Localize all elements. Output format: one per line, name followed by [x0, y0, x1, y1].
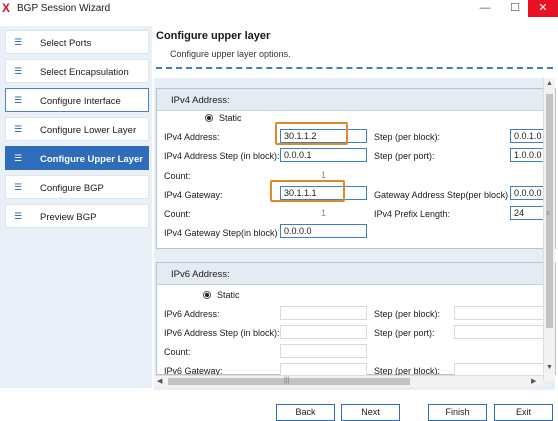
ipv4-step-per-port-label: Step (per port): [374, 151, 435, 161]
sidebar-item-select-encapsulation[interactable]: ☰ Select Encapsulation [5, 59, 149, 83]
ipv4-count-2-value: 1 [280, 206, 367, 220]
horizontal-scroll-thumb[interactable]: ||| [168, 377, 410, 385]
sidebar-item-configure-interface[interactable]: ☰ Configure Interface [5, 88, 149, 112]
minimize-button[interactable]: — [470, 0, 500, 17]
list-icon: ☰ [14, 37, 23, 47]
sidebar-item-label: Configure Upper Layer [40, 154, 143, 165]
back-button[interactable]: Back [276, 404, 335, 421]
scroll-right-icon[interactable]: ▶ [531, 377, 536, 385]
ipv4-address-step-input[interactable]: 0.0.0.1 [280, 148, 367, 162]
close-button[interactable]: ✕ [528, 0, 558, 17]
ipv6-address-input[interactable] [280, 306, 367, 320]
ipv6-step-per-port-label: Step (per port): [374, 328, 435, 338]
sidebar-item-configure-bgp[interactable]: ☰ Configure BGP [5, 175, 149, 199]
list-icon: ☰ [14, 153, 23, 163]
window-title: BGP Session Wizard [17, 3, 111, 14]
sidebar-item-configure-lower-layer[interactable]: ☰ Configure Lower Layer [5, 117, 149, 141]
ipv4-count-2-label: Count: [164, 209, 191, 219]
ipv4-prefix-length-label: IPv4 Prefix Length: [374, 209, 451, 219]
app-logo-icon: X [2, 1, 11, 15]
list-icon: ☰ [14, 211, 23, 221]
list-icon: ☰ [14, 95, 23, 105]
scroll-down-icon[interactable]: ▼ [546, 364, 553, 371]
ipv4-count-label: Count: [164, 171, 191, 181]
scroll-left-icon[interactable]: ◀ [157, 377, 162, 385]
ipv4-address-panel: IPv4 Address: Static IPv4 Address: 30.1.… [156, 88, 556, 249]
sidebar-item-select-ports[interactable]: ☰ Select Ports [5, 30, 149, 54]
scroll-up-icon[interactable]: ▲ [546, 80, 553, 87]
ipv4-static-label: Static [219, 113, 242, 123]
ipv4-gateway-label: IPv4 Gateway: [164, 190, 223, 200]
page-subtitle: Configure upper layer options. [170, 49, 291, 59]
ipv4-gateway-step-input[interactable]: 0.0.0.0 [280, 224, 367, 238]
grip-icon: ≡ [546, 211, 550, 217]
ipv4-address-label: IPv4 Address: [164, 132, 220, 142]
ipv6-panel-title: IPv6 Address: [171, 269, 230, 280]
page-title: Configure upper layer [156, 30, 271, 42]
gateway-step-per-block-label: Gateway Address Step(per block) [374, 190, 509, 200]
next-button[interactable]: Next [341, 404, 400, 421]
ipv4-step-per-block-label: Step (per block): [374, 132, 441, 142]
ipv4-static-radio[interactable] [205, 114, 213, 122]
sidebar-item-label: Configure Interface [40, 96, 121, 107]
maximize-button[interactable]: ☐ [500, 0, 530, 17]
list-icon: ☰ [14, 182, 23, 192]
exit-button[interactable]: Exit [494, 404, 553, 421]
vertical-scroll-thumb[interactable]: ≡ [546, 94, 553, 328]
ipv6-address-panel: IPv6 Address: Static IPv6 Address: Step … [156, 262, 556, 377]
ipv6-step-per-block-label: Step (per block): [374, 309, 441, 319]
ipv6-count-label: Count: [164, 347, 191, 357]
ipv6-step-per-block-input[interactable] [454, 306, 547, 320]
ipv6-address-step-input[interactable] [280, 325, 367, 339]
ipv6-count-value [280, 344, 367, 358]
ipv6-static-label: Static [217, 290, 240, 300]
sidebar-item-configure-upper-layer[interactable]: ☰ Configure Upper Layer [5, 146, 149, 170]
list-icon: ☰ [14, 66, 23, 76]
header-divider [156, 67, 553, 69]
list-icon: ☰ [14, 124, 23, 134]
sidebar-item-label: Configure BGP [40, 183, 104, 194]
sidebar-item-label: Select Ports [40, 38, 92, 49]
ipv6-address-label: IPv6 Address: [164, 309, 220, 319]
ipv4-address-step-label: IPv4 Address Step (in block): [164, 151, 280, 161]
wizard-steps-sidebar: ☰ Select Ports ☰ Select Encapsulation ☰ … [0, 26, 152, 388]
ipv4-panel-title: IPv4 Address: [171, 95, 230, 106]
title-bar: X BGP Session Wizard — ☐ ✕ [0, 0, 558, 17]
ipv6-address-step-label: IPv6 Address Step (in block): [164, 328, 280, 338]
sidebar-item-label: Preview BGP [40, 212, 97, 223]
ipv6-static-radio[interactable] [203, 291, 211, 299]
sidebar-item-preview-bgp[interactable]: ☰ Preview BGP [5, 204, 149, 228]
vertical-scrollbar[interactable]: ▲ ≡ ▼ [543, 78, 555, 381]
ipv6-step-per-port-input[interactable] [454, 325, 547, 339]
finish-button[interactable]: Finish [428, 404, 487, 421]
grip-icon: ||| [284, 377, 290, 384]
sidebar-item-label: Select Encapsulation [40, 67, 129, 78]
ipv4-gateway-step-label: IPv4 Gateway Step(in block) [164, 228, 278, 238]
sidebar-item-label: Configure Lower Layer [40, 125, 137, 136]
gateway-highlight-box [270, 180, 345, 202]
ipv4-panel-header: IPv4 Address: [157, 89, 555, 111]
address-highlight-box [275, 122, 348, 145]
ipv6-panel-header: IPv6 Address: [157, 263, 555, 285]
horizontal-scrollbar[interactable]: ◀ ||| ▶ [154, 375, 543, 387]
